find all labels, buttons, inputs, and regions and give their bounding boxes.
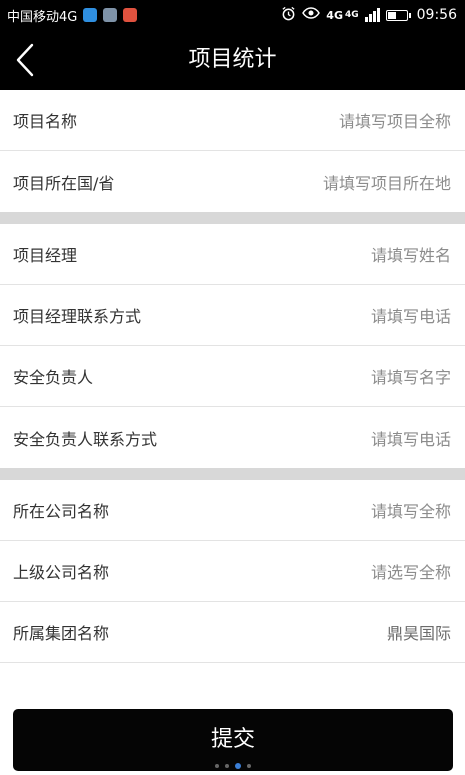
status-bar-left: 中国移动4G bbox=[7, 6, 138, 25]
project-manager-input[interactable]: 请填写姓名 bbox=[371, 242, 451, 266]
page-dot-active bbox=[234, 763, 241, 769]
submit-button[interactable]: 提交 bbox=[13, 709, 453, 771]
submit-area: 提交 bbox=[0, 691, 465, 775]
row-label: 项目名称 bbox=[13, 112, 78, 131]
parent-company-input[interactable]: 请选写全称 bbox=[371, 559, 451, 583]
screen: 中国移动4G 4G 4G 09:56 项目统计 项目名称 请填写项目全称 项目所… bbox=[0, 0, 465, 775]
form-row-project-location[interactable]: 项目所在国/省 请填写项目所在地 bbox=[0, 151, 465, 212]
section-divider bbox=[0, 468, 465, 480]
section-divider bbox=[0, 212, 465, 224]
notification-image-icon bbox=[103, 8, 118, 22]
project-form: 项目名称 请填写项目全称 项目所在国/省 请填写项目所在地 项目经理 请填写姓名… bbox=[0, 90, 465, 703]
form-row-company-name[interactable]: 所在公司名称 请填写全称 bbox=[0, 480, 465, 541]
row-label: 安全负责人 bbox=[13, 368, 94, 387]
notification-alert-icon bbox=[123, 8, 138, 22]
row-label: 所属集团名称 bbox=[13, 624, 110, 643]
row-label: 所在公司名称 bbox=[13, 502, 110, 521]
page-dot bbox=[214, 764, 219, 768]
status-time: 09:56 bbox=[416, 7, 457, 23]
notification-app-icon bbox=[83, 8, 98, 22]
page-indicator bbox=[0, 763, 465, 769]
alarm-icon bbox=[281, 6, 296, 25]
manager-contact-input[interactable]: 请填写电话 bbox=[371, 303, 451, 327]
safety-officer-input[interactable]: 请填写名字 bbox=[371, 364, 451, 388]
status-bar: 中国移动4G 4G 4G 09:56 bbox=[0, 0, 465, 30]
row-label: 安全负责人联系方式 bbox=[13, 429, 158, 449]
project-name-input[interactable]: 请填写项目全称 bbox=[339, 108, 451, 132]
company-name-input[interactable]: 请填写全称 bbox=[371, 498, 451, 522]
row-label: 项目经理 bbox=[13, 246, 78, 265]
form-row-safety-officer[interactable]: 安全负责人 请填写名字 bbox=[0, 346, 465, 407]
form-row-parent-company[interactable]: 上级公司名称 请选写全称 bbox=[0, 541, 465, 602]
form-row-group-name[interactable]: 所属集团名称 鼎昊国际 bbox=[0, 602, 465, 663]
safety-contact-input[interactable]: 请填写电话 bbox=[371, 426, 451, 450]
project-location-input[interactable]: 请填写项目所在地 bbox=[323, 170, 451, 194]
group-name-value[interactable]: 鼎昊国际 bbox=[387, 620, 451, 644]
form-row-project-name[interactable]: 项目名称 请填写项目全称 bbox=[0, 90, 465, 151]
form-row-project-manager[interactable]: 项目经理 请填写姓名 bbox=[0, 224, 465, 285]
signal-icon bbox=[364, 8, 380, 22]
carrier-label: 中国移动4G bbox=[7, 9, 78, 25]
row-label: 上级公司名称 bbox=[13, 563, 110, 582]
form-row-safety-contact[interactable]: 安全负责人联系方式 请填写电话 bbox=[0, 407, 465, 468]
page-dot bbox=[246, 764, 251, 768]
page-title: 项目统计 bbox=[188, 47, 277, 72]
status-bar-right: 4G 4G 09:56 bbox=[281, 6, 457, 25]
network-type: 4G bbox=[326, 8, 343, 22]
battery-icon bbox=[385, 9, 411, 21]
page-dot bbox=[224, 764, 229, 768]
eye-icon bbox=[302, 6, 321, 24]
form-row-manager-contact[interactable]: 项目经理联系方式 请填写电话 bbox=[0, 285, 465, 346]
nav-bar: 项目统计 bbox=[0, 30, 465, 90]
network-type-secondary: 4G bbox=[344, 10, 359, 20]
row-label: 项目经理联系方式 bbox=[13, 307, 142, 326]
row-label: 项目所在国/省 bbox=[13, 173, 115, 193]
